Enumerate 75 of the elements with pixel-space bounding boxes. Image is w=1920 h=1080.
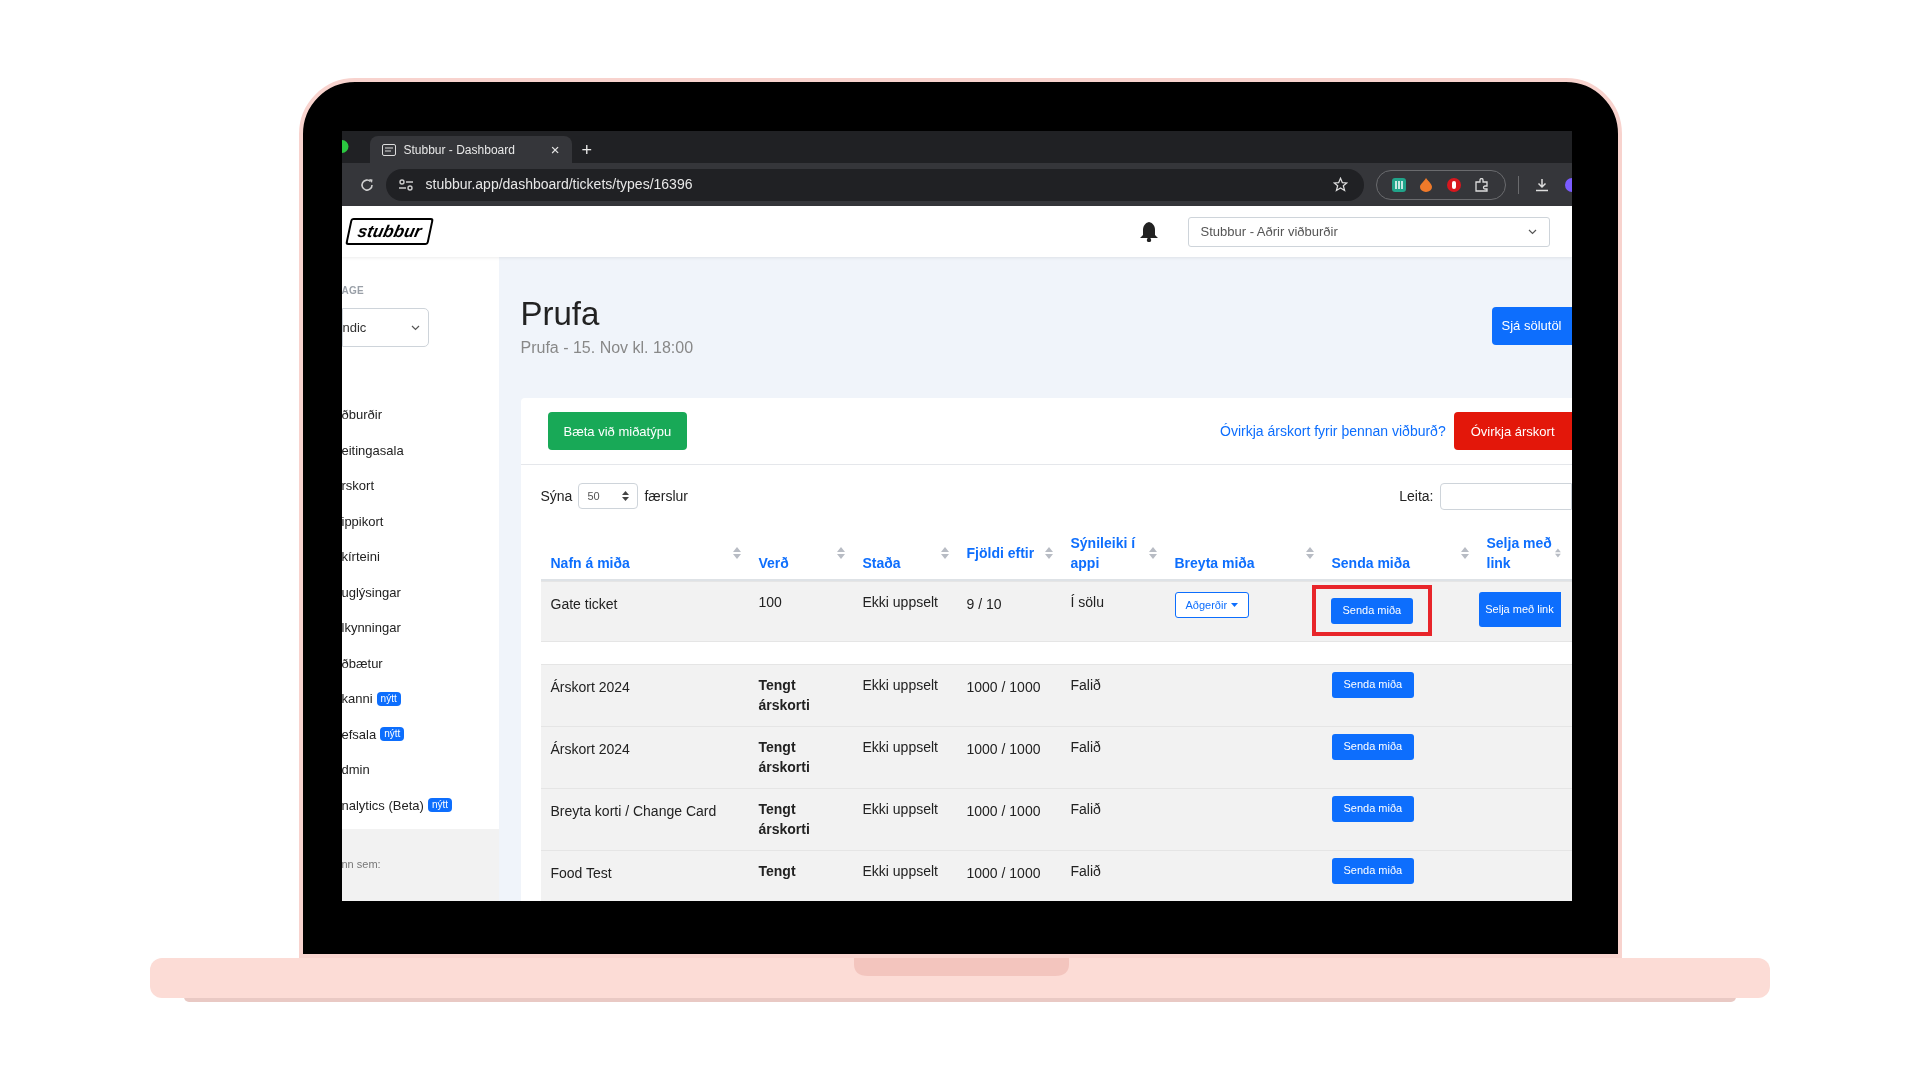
- table-cell-text: Falið: [1070, 676, 1102, 696]
- deactivate-season-pass-button[interactable]: Óvirkja árskort: [1453, 412, 1572, 451]
- entries-label: færslur: [644, 486, 688, 506]
- sidebar-item[interactable]: rskort: [341, 476, 374, 496]
- table-cell-text: Í sölu: [1070, 593, 1105, 613]
- table-cell-text: Falið: [1070, 800, 1102, 820]
- column-header[interactable]: Verð: [758, 553, 789, 574]
- page-title: Prufa: [520, 294, 601, 334]
- logged-in-label: nn sem:: [341, 858, 381, 870]
- sidebar-section-label: AGE: [341, 284, 365, 298]
- send-ticket-button[interactable]: Senda miða: [1331, 671, 1415, 698]
- column-header[interactable]: Staða: [862, 553, 901, 574]
- send-ticket-button[interactable]: Senda miða: [1331, 857, 1415, 884]
- table-cell: Árskort 2024: [550, 741, 630, 758]
- table-cell: Gate ticket: [550, 596, 618, 613]
- send-ticket-button[interactable]: Senda miða: [1331, 795, 1415, 822]
- table-cell-text: Ekki uppselt: [862, 800, 939, 820]
- table-cell-text: Tengt: [758, 862, 797, 882]
- send-ticket-button[interactable]: Senda miða: [1330, 597, 1414, 624]
- column-header[interactable]: Senda miða: [1331, 553, 1411, 574]
- address-bar[interactable]: stubbur.app/dashboard/tickets/types/16396: [385, 168, 1364, 201]
- table-cell: 1000 / 1000: [966, 865, 1041, 882]
- table-cell-text: Tengt árskorti: [758, 676, 811, 716]
- table-cell-text: Ekki uppselt: [862, 676, 939, 696]
- column-header[interactable]: Nafn á miða: [550, 553, 630, 574]
- new-tab-button[interactable]: +: [581, 141, 592, 159]
- column-header[interactable]: Sýnileiki í appi: [1070, 533, 1146, 574]
- logo[interactable]: stubbur: [344, 217, 434, 246]
- sidebar-item[interactable]: kanni: [341, 689, 373, 709]
- table-cell-text: Falið: [1070, 738, 1102, 758]
- search-label: Leita:: [1399, 486, 1434, 506]
- sidebar-item[interactable]: ðbætur: [341, 653, 383, 673]
- column-header[interactable]: Breyta miða: [1174, 553, 1255, 574]
- table-cell-text: Falið: [1070, 862, 1102, 882]
- sidebar-item[interactable]: lkynningar: [341, 618, 401, 638]
- sidebar-item[interactable]: uglýsingar: [341, 582, 401, 602]
- table-cell-text: Tengt árskorti: [758, 738, 811, 778]
- page-size-select[interactable]: 50: [578, 483, 639, 510]
- sidebar-item[interactable]: nalytics (Beta): [341, 795, 424, 815]
- table-cell-text: Ekki uppselt: [862, 593, 939, 613]
- new-badge: nýtt: [376, 691, 401, 706]
- organization-select[interactable]: Stubbur - Aðrir viðburðir: [1187, 216, 1550, 247]
- sell-with-link-button[interactable]: Selja með link: [1478, 592, 1561, 628]
- language-select[interactable]: ndic: [341, 308, 429, 347]
- table-cell: 1000 / 1000: [966, 741, 1041, 758]
- table-cell: Breyta korti / Change Card: [550, 803, 717, 820]
- table-cell-text: 100: [758, 593, 783, 613]
- column-header[interactable]: Fjöldi eftir: [966, 543, 1035, 564]
- actions-dropdown-button[interactable]: Aðgerðir: [1174, 592, 1250, 619]
- browser-tab[interactable]: Stubbur - Dashboard ×: [369, 136, 572, 163]
- table-cell: 1000 / 1000: [966, 679, 1041, 696]
- table-cell: Árskort 2024: [550, 679, 630, 696]
- column-header[interactable]: Selja með link: [1486, 533, 1555, 574]
- tab-title: Stubbur - Dashboard: [403, 141, 516, 159]
- sidebar-item[interactable]: kírteini: [341, 547, 380, 567]
- send-ticket-button[interactable]: Senda miða: [1331, 733, 1415, 760]
- table-cell-text: Tengt árskorti: [758, 800, 811, 840]
- sidebar-item[interactable]: dmin: [341, 760, 370, 780]
- new-badge: nýtt: [427, 798, 452, 813]
- table-cell: 1000 / 1000: [966, 803, 1041, 820]
- sales-stats-button[interactable]: Sjá sölutöl: [1491, 307, 1572, 345]
- show-label: Sýna: [540, 486, 573, 506]
- url-text: stubbur.app/dashboard/tickets/types/16396: [425, 175, 694, 194]
- sidebar-item[interactable]: efsala: [341, 724, 377, 744]
- table-cell: Food Test: [550, 865, 612, 882]
- table-cell-text: Ekki uppselt: [862, 738, 939, 758]
- table-cell-text: Ekki uppselt: [862, 862, 939, 882]
- deactivate-season-pass-link[interactable]: Óvirkja árskort fyrir þennan viðburð?: [1220, 420, 1446, 442]
- sidebar-item[interactable]: ippikort: [341, 511, 384, 531]
- sidebar-item[interactable]: ðburðir: [341, 405, 382, 425]
- new-badge: nýtt: [380, 727, 405, 742]
- table-cell: 9 / 10: [966, 596, 1002, 613]
- page-subtitle: Prufa - 15. Nov kl. 18:00: [520, 338, 694, 359]
- sidebar-item[interactable]: eitingasala: [341, 440, 404, 460]
- close-tab-button[interactable]: ×: [550, 142, 560, 157]
